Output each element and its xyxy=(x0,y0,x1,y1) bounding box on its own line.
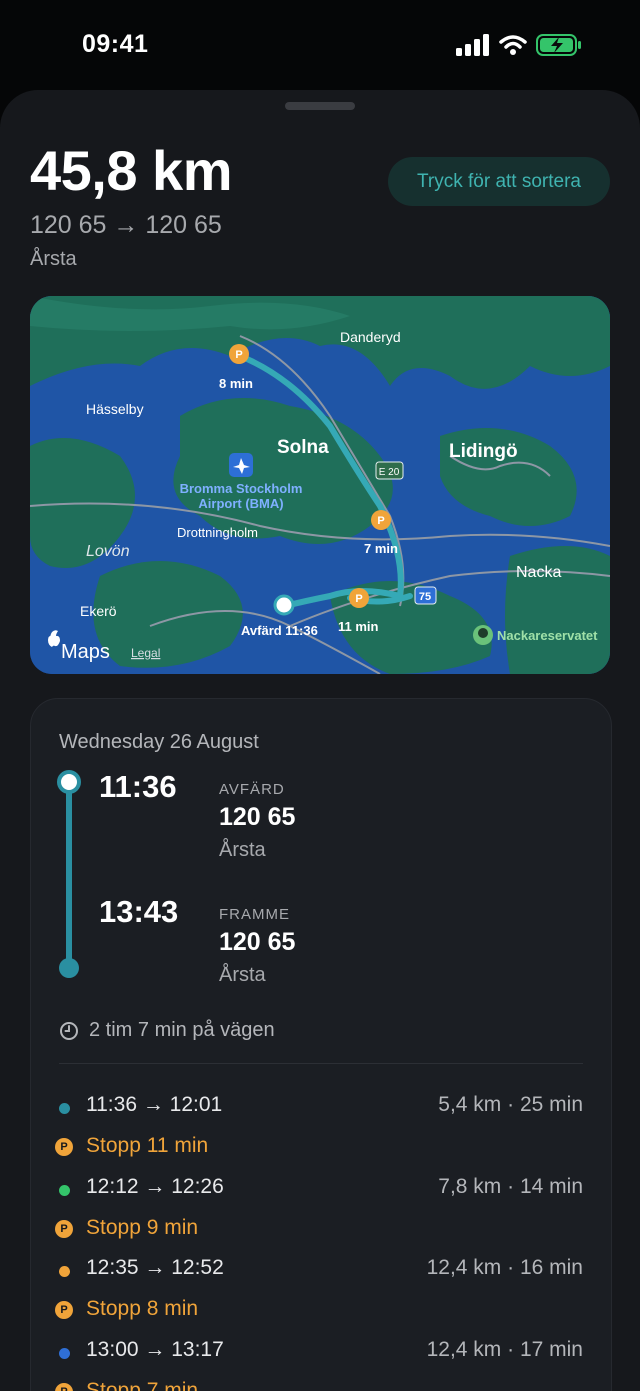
segment-row[interactable]: 12:12 → 12:26 7,8 km · 14 min xyxy=(59,1175,583,1205)
parking-icon: P xyxy=(55,1383,73,1391)
trip-details-card: Wednesday 26 August 11:36 AVFÄRD 120 65 … xyxy=(30,698,612,1391)
segment-dot xyxy=(59,1185,70,1196)
segment-row[interactable]: 12:35 → 12:52 12,4 km · 16 min xyxy=(59,1256,583,1286)
departure-marker[interactable] xyxy=(273,594,295,616)
arrival-place: Årsta xyxy=(219,964,266,986)
trip-duration: 2 tim 7 min på vägen xyxy=(59,1019,275,1042)
timeline-end-dot xyxy=(59,958,79,978)
maps-brand: Maps xyxy=(61,641,110,663)
svg-text:P: P xyxy=(355,593,362,605)
map-label-bromma: Bromma Stockholm xyxy=(180,481,303,496)
timeline-line xyxy=(66,791,72,973)
segment-dot xyxy=(59,1348,70,1359)
svg-text:P: P xyxy=(377,515,384,527)
parking-icon: P xyxy=(55,1138,73,1156)
svg-text:8 min: 8 min xyxy=(219,376,253,391)
sheet-grabber[interactable] xyxy=(285,102,355,110)
clock-icon xyxy=(60,1021,78,1040)
svg-text:11 min: 11 min xyxy=(338,619,379,634)
map-label-departure: Avfärd 11:36 xyxy=(241,623,318,638)
segment-row[interactable]: 13:00 → 13:17 12,4 km · 17 min xyxy=(59,1338,583,1368)
status-bar: 09:41 xyxy=(0,0,640,92)
segment-dot xyxy=(59,1103,70,1114)
map-label-nacka: Nacka xyxy=(516,564,561,581)
legal-link[interactable]: Legal xyxy=(131,646,160,660)
card-divider xyxy=(59,1063,583,1064)
trip-distance: 45,8 km xyxy=(30,139,233,202)
route-map[interactable]: P P P Danderyd Hässelby Solna Lidingö E … xyxy=(30,296,610,674)
status-time: 09:41 xyxy=(82,30,149,58)
trip-route: 120 65 → 120 65 xyxy=(30,211,222,239)
svg-text:E 20: E 20 xyxy=(379,467,400,478)
departure-place: Årsta xyxy=(219,839,266,861)
map-label-solna: Solna xyxy=(277,437,329,458)
arrival-code: 120 65 xyxy=(219,928,296,956)
map-label-lidingo: Lidingö xyxy=(449,441,518,462)
trip-date: Wednesday 26 August xyxy=(59,731,259,753)
departure-code: 120 65 xyxy=(219,803,296,831)
segment-row[interactable]: 11:36 → 12:01 5,4 km · 25 min xyxy=(59,1093,583,1123)
sort-button[interactable]: Tryck för att sortera xyxy=(388,157,610,206)
svg-text:75: 75 xyxy=(419,591,431,603)
svg-text:P: P xyxy=(235,349,242,361)
map-label-lovon: Lovön xyxy=(86,543,130,560)
wifi-icon xyxy=(499,35,527,55)
trip-area: Årsta xyxy=(30,248,77,270)
segment-dot xyxy=(59,1266,70,1277)
battery-charging-icon xyxy=(536,34,581,56)
timeline-start-dot xyxy=(57,770,81,794)
map-label-danderyd: Danderyd xyxy=(340,329,401,345)
svg-text:7 min: 7 min xyxy=(364,541,398,556)
signal-icon xyxy=(456,34,489,56)
parking-icon: P xyxy=(55,1301,73,1319)
map-label-nackareservatet: Nackareservatet xyxy=(497,628,598,643)
map-label-ekero: Ekerö xyxy=(80,603,117,619)
map-label-drottningholm: Drottningholm xyxy=(177,525,258,540)
departure-time: 11:36 xyxy=(99,769,177,804)
arrival-time: 13:43 xyxy=(99,894,179,929)
map-label-hasselby: Hässelby xyxy=(86,401,144,417)
map-canvas[interactable]: P P P Danderyd Hässelby Solna Lidingö E … xyxy=(30,296,610,674)
trip-sheet: 45,8 km Tryck för att sortera 120 65 → 1… xyxy=(0,90,640,1391)
svg-text:Airport (BMA): Airport (BMA) xyxy=(198,496,283,511)
departure-label: AVFÄRD xyxy=(219,781,285,798)
arrival-label: FRAMME xyxy=(219,906,290,923)
parking-icon: P xyxy=(55,1220,73,1238)
